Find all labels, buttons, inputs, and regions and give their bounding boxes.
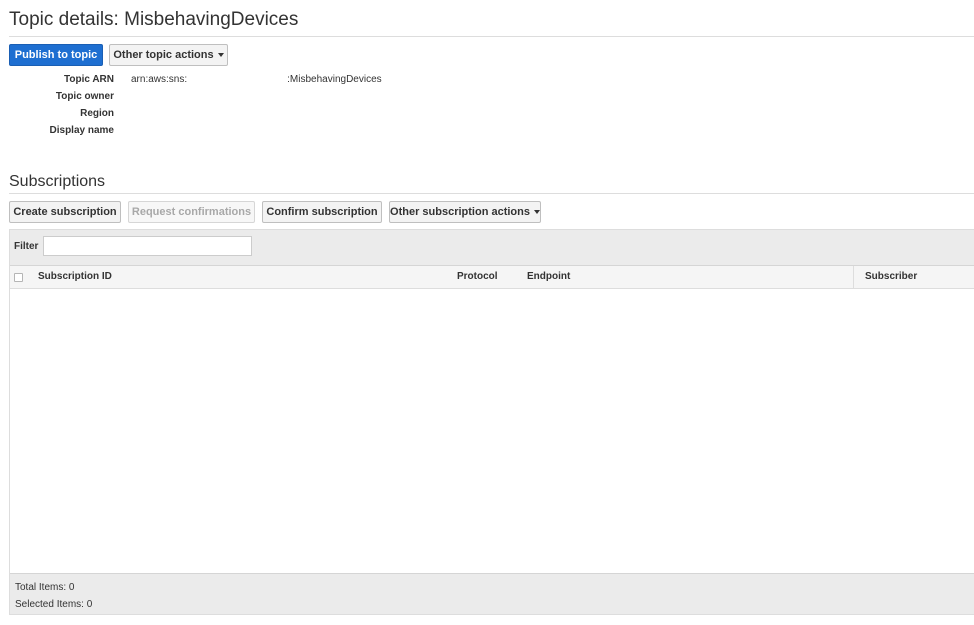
detail-label: Topic ARN <box>64 74 114 85</box>
confirm-subscription-button[interactable]: Confirm subscription <box>262 201 382 223</box>
subscriptions-divider <box>9 193 974 194</box>
other-subscription-actions-label: Other subscription actions <box>390 206 530 218</box>
publish-to-topic-label: Publish to topic <box>14 49 98 61</box>
publish-to-topic-button[interactable]: Publish to topic <box>9 44 103 66</box>
column-header-subscriber[interactable]: Subscriber <box>865 271 917 282</box>
detail-display-name: Display name <box>9 125 131 139</box>
create-subscription-button[interactable]: Create subscription <box>9 201 121 223</box>
total-items: Total Items: 0 <box>15 582 75 593</box>
filter-bar: Filter <box>10 230 974 266</box>
title-divider <box>9 36 974 37</box>
table-body <box>10 289 974 574</box>
detail-label: Topic owner <box>55 91 114 102</box>
selected-items: Selected Items: 0 <box>15 599 93 610</box>
table-footer: Total Items: 0 Selected Items: 0 <box>10 573 974 614</box>
confirm-subscription-label: Confirm subscription <box>266 206 378 218</box>
detail-value: arn:aws:sns: :MisbehavingDevices <box>131 74 382 85</box>
subscriptions-title: Subscriptions <box>9 173 106 190</box>
detail-topic-arn: Topic ARN arn:aws:sns: :MisbehavingDevic… <box>9 74 382 88</box>
page-title: Topic details: MisbehavingDevices <box>9 9 299 30</box>
caret-down-icon <box>217 53 224 57</box>
filter-label: Filter <box>14 241 39 252</box>
request-confirmations-button[interactable]: Request confirmations <box>128 201 255 223</box>
column-header-protocol[interactable]: Protocol <box>457 271 498 282</box>
detail-region: Region <box>9 108 131 122</box>
table-header: Subscription ID Protocol Endpoint Subscr… <box>10 266 974 289</box>
request-confirmations-label: Request confirmations <box>131 206 252 218</box>
column-divider <box>853 266 854 288</box>
other-topic-actions-label: Other topic actions <box>113 49 214 61</box>
caret-down-icon <box>533 210 540 214</box>
detail-label: Region <box>80 108 114 119</box>
column-header-endpoint[interactable]: Endpoint <box>527 271 570 282</box>
other-topic-actions-button[interactable]: Other topic actions <box>109 44 228 66</box>
filter-input[interactable] <box>43 236 252 256</box>
create-subscription-label: Create subscription <box>13 206 117 218</box>
column-header-subscription-id[interactable]: Subscription ID <box>38 271 112 282</box>
detail-topic-owner: Topic owner <box>9 91 131 105</box>
other-subscription-actions-button[interactable]: Other subscription actions <box>389 201 541 223</box>
detail-label: Display name <box>49 125 114 136</box>
select-all-checkbox[interactable] <box>14 273 23 282</box>
subscriptions-table: Filter Subscription ID Protocol Endpoint… <box>9 229 974 615</box>
